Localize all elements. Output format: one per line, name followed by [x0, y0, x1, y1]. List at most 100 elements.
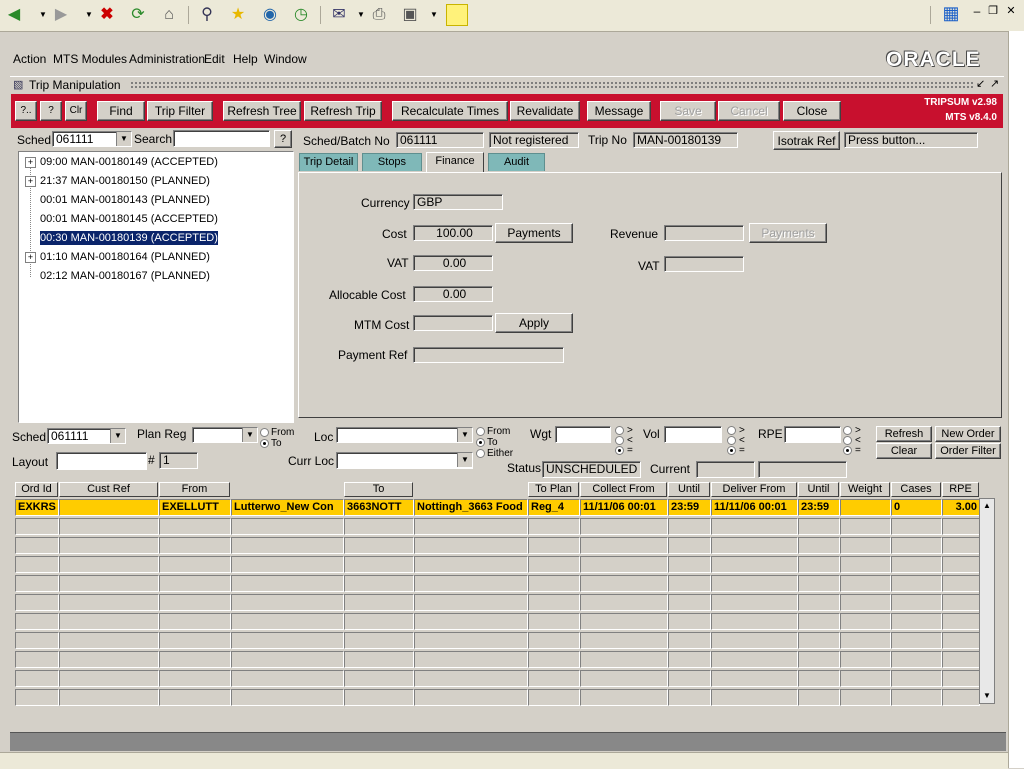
empty-grid-cell[interactable] — [668, 518, 711, 535]
empty-grid-cell[interactable] — [231, 689, 344, 706]
search-icon[interactable]: ⚲ — [196, 4, 218, 26]
empty-grid-cell[interactable] — [59, 556, 159, 573]
order-row-cell[interactable]: 23:59 — [798, 499, 840, 516]
empty-grid-cell[interactable] — [59, 670, 159, 687]
empty-grid-cell[interactable] — [344, 575, 414, 592]
empty-grid-cell[interactable] — [580, 632, 668, 649]
help-button[interactable]: ? — [40, 101, 62, 121]
order-row-cell[interactable]: 0 — [891, 499, 942, 516]
empty-grid-cell[interactable] — [798, 689, 840, 706]
tab-audit[interactable]: Audit — [488, 153, 545, 171]
loc-to-radio[interactable] — [476, 438, 485, 447]
edit-icon[interactable]: ▣ — [399, 4, 421, 26]
refresh-trip-button[interactable]: Refresh Trip — [304, 101, 382, 121]
empty-grid-cell[interactable] — [159, 689, 231, 706]
recalculate-times-button[interactable]: Recalculate Times — [392, 101, 508, 121]
empty-grid-cell[interactable] — [414, 575, 528, 592]
order-row-cell[interactable] — [840, 499, 891, 516]
volume-gt-radio[interactable] — [727, 426, 736, 435]
empty-grid-cell[interactable] — [711, 518, 798, 535]
curr-loc-combo[interactable]: ▼ — [336, 452, 473, 469]
search-lov-button[interactable]: ? — [274, 130, 292, 148]
loc-either-radio[interactable] — [476, 449, 485, 458]
col-from[interactable]: From — [159, 482, 230, 497]
empty-grid-cell[interactable] — [711, 632, 798, 649]
tree-item-trip[interactable]: 01:10 MAN-00180164 (PLANNED) — [40, 250, 210, 264]
empty-grid-cell[interactable] — [414, 651, 528, 668]
col-rpe[interactable]: RPE — [942, 482, 979, 497]
col-until-deliver[interactable]: Until — [798, 482, 839, 497]
tree-item-trip[interactable]: 21:37 MAN-00180150 (PLANNED) — [40, 174, 210, 188]
empty-grid-cell[interactable] — [711, 670, 798, 687]
rpe-filter-input[interactable] — [784, 426, 841, 443]
empty-grid-cell[interactable] — [59, 575, 159, 592]
empty-grid-cell[interactable] — [528, 594, 580, 611]
cancel-button[interactable]: Cancel — [718, 101, 780, 121]
empty-grid-cell[interactable] — [15, 670, 59, 687]
col-until-collect[interactable]: Until — [668, 482, 710, 497]
empty-grid-cell[interactable] — [840, 518, 891, 535]
empty-grid-cell[interactable] — [840, 651, 891, 668]
empty-grid-cell[interactable] — [528, 670, 580, 687]
empty-grid-cell[interactable] — [942, 537, 980, 554]
apply-button[interactable]: Apply — [495, 313, 573, 333]
mail-icon[interactable]: ✉ — [328, 4, 350, 26]
empty-grid-cell[interactable] — [891, 632, 942, 649]
empty-grid-cell[interactable] — [891, 670, 942, 687]
empty-grid-cell[interactable] — [231, 670, 344, 687]
tree-item-trip[interactable]: 09:00 MAN-00180149 (ACCEPTED) — [40, 155, 218, 169]
empty-grid-cell[interactable] — [840, 537, 891, 554]
empty-grid-cell[interactable] — [414, 518, 528, 535]
sched-dropdown-icon[interactable]: ▼ — [116, 132, 131, 146]
empty-grid-cell[interactable] — [15, 518, 59, 535]
close-window-icon[interactable]: ✕ — [1004, 0, 1018, 22]
tree-item-trip[interactable]: 00:01 MAN-00180143 (PLANNED) — [40, 193, 210, 207]
trip-filter-button[interactable]: Trip Filter — [147, 101, 213, 121]
empty-grid-cell[interactable] — [159, 613, 231, 630]
empty-grid-cell[interactable] — [798, 670, 840, 687]
weight-lt-radio[interactable] — [615, 436, 624, 445]
planreg-from-radio[interactable] — [260, 428, 269, 437]
empty-grid-cell[interactable] — [942, 651, 980, 668]
empty-grid-cell[interactable] — [528, 537, 580, 554]
empty-grid-cell[interactable] — [344, 670, 414, 687]
plan-reg-dropdown-icon[interactable]: ▼ — [242, 428, 257, 442]
empty-grid-cell[interactable] — [231, 518, 344, 535]
tree-expand-icon[interactable]: + — [25, 176, 36, 187]
order-row-cell[interactable]: 11/11/06 00:01 — [580, 499, 668, 516]
empty-grid-cell[interactable] — [528, 651, 580, 668]
empty-grid-cell[interactable] — [159, 537, 231, 554]
empty-grid-cell[interactable] — [580, 537, 668, 554]
order-row-cell[interactable]: 3663NOTT — [344, 499, 414, 516]
filter-sched-combo[interactable]: 061111 ▼ — [47, 428, 126, 444]
empty-grid-cell[interactable] — [159, 518, 231, 535]
empty-grid-cell[interactable] — [15, 632, 59, 649]
forward-icon[interactable]: ▶ — [50, 4, 72, 26]
empty-grid-cell[interactable] — [711, 537, 798, 554]
empty-grid-cell[interactable] — [840, 632, 891, 649]
empty-grid-cell[interactable] — [344, 594, 414, 611]
col-weight[interactable]: Weight — [840, 482, 890, 497]
weight-gt-radio[interactable] — [615, 426, 624, 435]
sched-combo[interactable]: 061111 ▼ — [52, 131, 132, 147]
empty-grid-cell[interactable] — [15, 651, 59, 668]
col-cust-ref[interactable]: Cust Ref — [59, 482, 158, 497]
empty-grid-cell[interactable] — [15, 689, 59, 706]
empty-grid-cell[interactable] — [942, 575, 980, 592]
media-icon[interactable]: ◉ — [259, 4, 281, 26]
refresh-icon[interactable]: ⟳ — [127, 4, 149, 26]
empty-grid-cell[interactable] — [528, 575, 580, 592]
empty-grid-cell[interactable] — [711, 651, 798, 668]
empty-grid-cell[interactable] — [344, 613, 414, 630]
browser-horizontal-scrollbar[interactable] — [0, 752, 1008, 769]
empty-grid-cell[interactable] — [942, 670, 980, 687]
empty-grid-cell[interactable] — [159, 594, 231, 611]
col-cases[interactable]: Cases — [891, 482, 941, 497]
trip-tree[interactable] — [18, 151, 294, 423]
rpe-eq-radio[interactable] — [843, 446, 852, 455]
empty-grid-cell[interactable] — [668, 651, 711, 668]
empty-grid-cell[interactable] — [59, 632, 159, 649]
minimize-icon[interactable]: – — [970, 0, 984, 22]
empty-grid-cell[interactable] — [528, 518, 580, 535]
empty-grid-cell[interactable] — [15, 613, 59, 630]
